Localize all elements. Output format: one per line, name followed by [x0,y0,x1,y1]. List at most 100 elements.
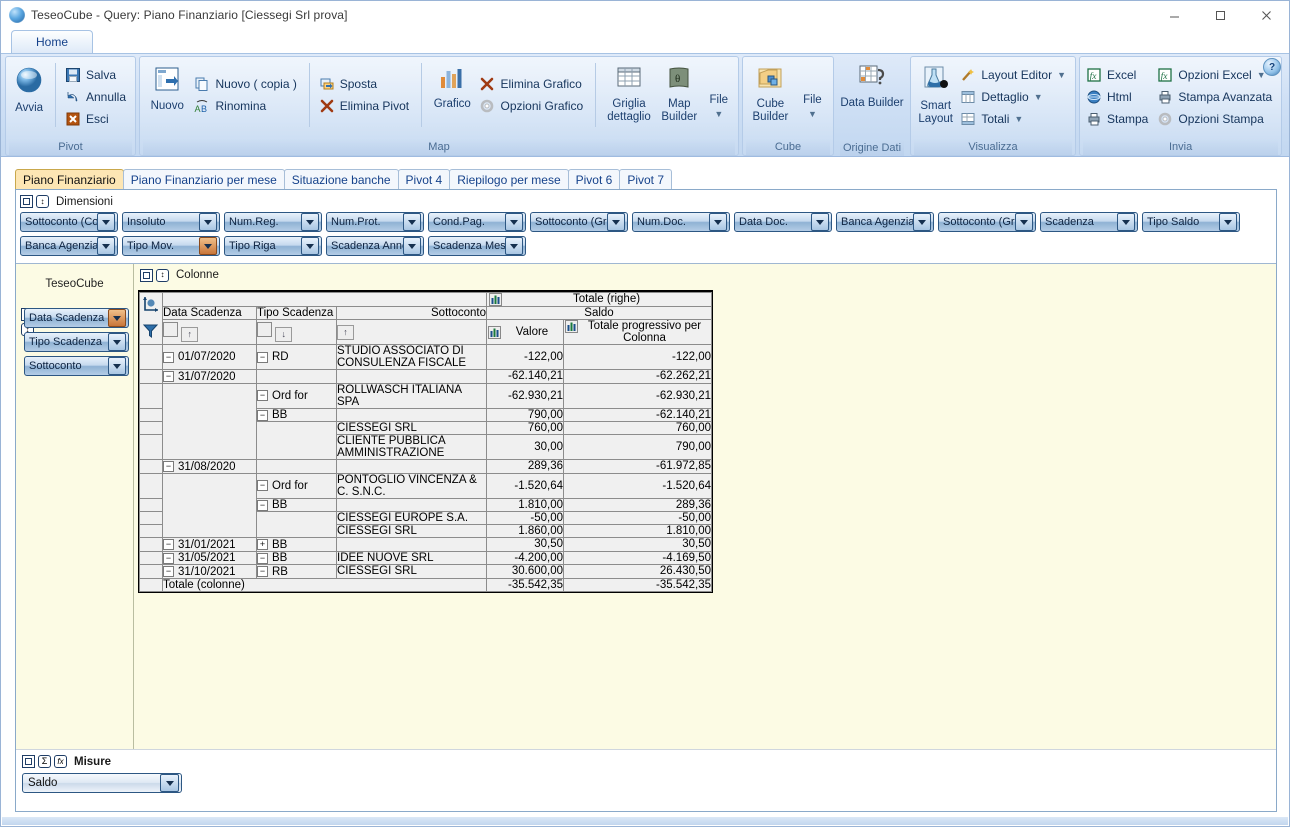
table-row[interactable]: −31/08/2020 289,36 -61.972,85 [139,459,712,474]
cell-tipo-scadenza[interactable]: + BB [256,537,337,552]
nuovo-button[interactable]: Nuovo [143,59,191,113]
chevron-down-icon[interactable]: ▼ [1014,114,1023,124]
expand-collapse-icon[interactable]: − [163,371,174,382]
dimension-pill[interactable]: Tipo Riga [224,236,322,256]
expand-collapse-icon[interactable]: − [257,390,268,402]
cell-tipo-scadenza[interactable] [256,459,337,474]
dimension-pill[interactable]: Sottoconto (Grp [938,212,1036,232]
chevron-down-icon[interactable] [160,774,179,792]
smart-layout-button[interactable]: Smart Layout [914,59,957,126]
table-row[interactable]: − Ord for PONTOGLIO VINCENZA & C. S.N.C. … [139,472,712,538]
grafico-button[interactable]: Grafico [428,59,476,111]
spinner-icon[interactable]: ↕ [156,268,169,282]
avvia-button[interactable]: Avvia [9,59,49,115]
chevron-down-icon[interactable] [199,213,217,231]
chevron-down-icon[interactable]: ▼ [714,108,723,121]
ribbon-tab-home[interactable]: Home [11,30,93,53]
row-dimension-pill-sottoconto[interactable]: Sottoconto [24,356,129,376]
cell-tipo-scadenza[interactable]: − RD [256,344,337,370]
cell-tipo-scadenza[interactable] [256,369,337,384]
cell-sottoconto[interactable]: CLIENTE PUBBLICA AMMINISTRAZIONE [336,434,487,460]
table-row[interactable]: −31/05/2021 − BB IDEE NUOVE SRL -4.200,00… [139,550,712,565]
pivot-tab-piano-finanziario-per-mese[interactable]: Piano Finanziario per mese [122,169,285,189]
chevron-down-icon[interactable] [108,357,126,375]
pivot-tab-pivot-7[interactable]: Pivot 7 [619,169,672,189]
cell-tipo-scadenza[interactable]: − BB [256,497,337,512]
dimension-pill[interactable]: Insoluto [122,212,220,232]
cell-data-scadenza[interactable]: −31/10/2021 [162,564,257,579]
cell-sottoconto[interactable]: IDEE NUOVE SRL [336,550,487,565]
cell-sottoconto[interactable] [336,369,487,384]
cell-sottoconto[interactable]: CIESSEGI SRL [336,564,487,579]
expand-collapse-icon[interactable]: − [163,552,174,564]
col-header-tipo-scadenza[interactable]: Tipo Scadenza [256,306,337,320]
dimension-pill[interactable]: Cond.Pag. [428,212,526,232]
cell-tipo-scadenza[interactable]: − BB [256,550,337,565]
cell-data-scadenza[interactable]: −01/07/2020 [162,344,257,370]
help-icon[interactable]: ? [1263,58,1281,76]
dimension-pill[interactable]: Scadenza Mese [428,236,526,256]
sort-descending-icon[interactable]: ↓ [275,326,293,342]
dimension-pill[interactable]: Banca Agenzia [836,212,934,232]
cell-tipo-scadenza[interactable]: − Ord for [256,472,337,499]
col-header-sottoconto[interactable]: Sottoconto [336,306,487,320]
group-toggle-icon[interactable] [163,322,178,338]
chevron-down-icon[interactable] [1117,213,1135,231]
dimension-pill[interactable]: Num.Reg. [224,212,322,232]
dimension-pill[interactable]: Tipo Mov. [122,236,220,256]
sposta-button[interactable]: Sposta [316,73,415,95]
pivot-tab-pivot-4[interactable]: Pivot 4 [397,169,451,189]
pivot-grid[interactable]: Totale (righe) Data Scadenza Tipo Scaden… [138,290,713,593]
dimension-pill[interactable]: Num.Doc. [632,212,730,232]
opzioni-grafico-button[interactable]: Opzioni Grafico [476,95,589,117]
chevron-down-icon[interactable] [1015,213,1033,231]
pivot-tab-pivot-6[interactable]: Pivot 6 [567,169,621,189]
group-toggle-icon[interactable] [257,322,272,338]
chevron-down-icon[interactable] [709,213,727,231]
esci-button[interactable]: Esci [62,108,132,130]
chevron-down-icon[interactable] [97,237,115,255]
chevron-down-icon[interactable]: ▼ [1034,92,1043,102]
chevron-down-icon[interactable] [97,213,115,231]
collapse-box-icon[interactable] [140,268,153,282]
dimension-pill[interactable]: Data Doc. [734,212,832,232]
chevron-down-icon[interactable]: ▼ [808,108,817,121]
cell-sottoconto[interactable]: CIESSEGI EUROPE S.A. [336,511,487,525]
opzioni-excel-button[interactable]: fx Opzioni Excel ▼ [1154,64,1278,86]
minimize-button[interactable] [1151,1,1197,29]
table-row[interactable]: −31/01/2021 + BB 30,50 30,50 [139,537,712,552]
rinomina-button[interactable]: AB Rinomina [191,95,302,117]
cell-data-scadenza[interactable]: −31/07/2020 [162,369,257,384]
cell-data-scadenza[interactable]: −31/05/2021 [162,550,257,565]
chevron-down-icon[interactable] [108,309,126,327]
nuovo-copia-button[interactable]: Nuovo ( copia ) [191,73,302,95]
expand-collapse-icon[interactable]: − [257,409,268,421]
expand-collapse-icon[interactable]: − [163,566,174,577]
cell-tipo-scadenza[interactable]: − BB [256,407,337,422]
totali-button[interactable]: Totali ▼ [957,108,1072,130]
cell-sottoconto[interactable]: ROLLWASCH ITALIANA SPA [336,382,487,409]
annulla-button[interactable]: Annulla [62,86,132,108]
close-button[interactable] [1243,1,1289,29]
expand-collapse-icon[interactable]: − [163,539,174,550]
data-builder-button[interactable]: Data Builder [840,58,904,110]
griglia-dettaglio-button[interactable]: Griglia dettaglio [602,59,656,124]
stampa-avanzata-button[interactable]: Stampa Avanzata [1154,86,1278,108]
cube-file-button[interactable]: File ▼ [795,59,830,121]
maximize-button[interactable] [1197,1,1243,29]
dimension-pill[interactable]: Tipo Saldo [1142,212,1240,232]
chevron-down-icon[interactable] [505,213,523,231]
col-header-data-scadenza[interactable]: Data Scadenza [162,306,257,320]
expand-collapse-icon[interactable]: + [257,539,268,550]
chevron-down-icon[interactable] [403,213,421,231]
expand-collapse-icon[interactable]: − [257,552,268,564]
dettaglio-button[interactable]: Dettaglio ▼ [957,86,1072,108]
elimina-pivot-button[interactable]: Elimina Pivot [316,95,415,117]
cell-sottoconto[interactable]: STUDIO ASSOCIATO DI CONSULENZA FISCALE [336,344,487,370]
chevron-down-icon[interactable] [108,333,126,351]
layout-editor-button[interactable]: Layout Editor ▼ [957,64,1072,86]
chevron-down-icon[interactable] [403,237,421,255]
cell-sottoconto[interactable]: CIESSEGI SRL [336,524,487,538]
chevron-down-icon[interactable] [913,213,931,231]
expand-collapse-icon[interactable]: − [257,480,268,492]
